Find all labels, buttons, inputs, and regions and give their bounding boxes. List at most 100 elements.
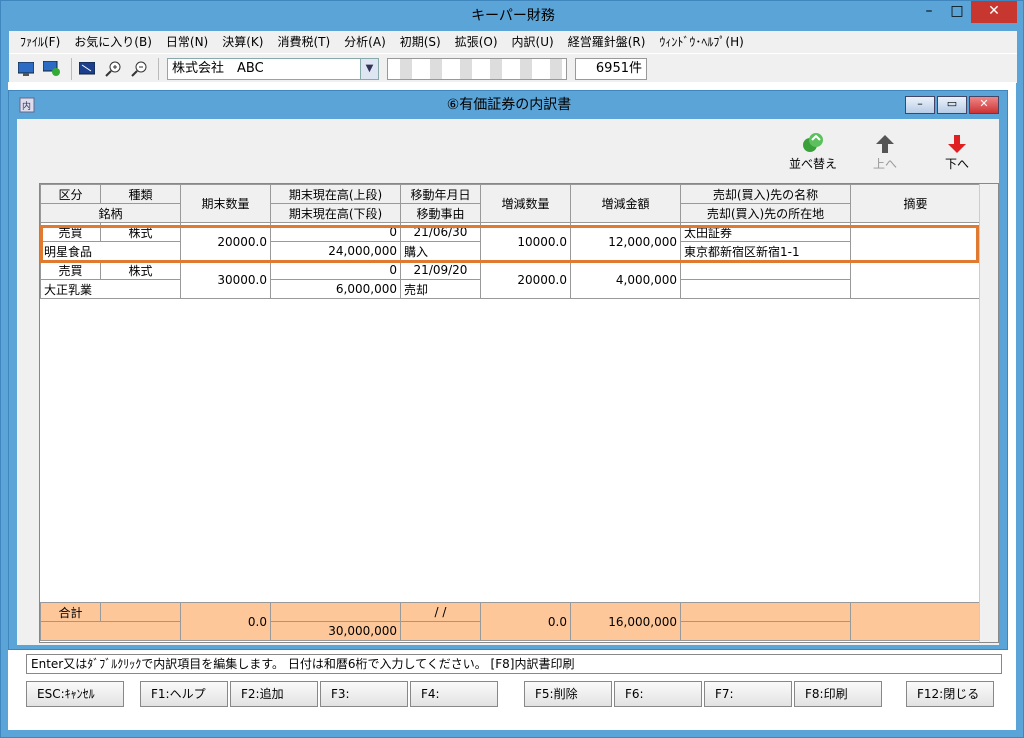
header-party-name: 売却(買入)先の名称 [680, 184, 851, 204]
monitor-icon[interactable] [15, 58, 37, 80]
header-meigara: 銘柄 [40, 203, 181, 223]
cell-party-name[interactable]: 太田証券 [680, 222, 851, 242]
menu-breakdown[interactable]: 内訳(U) [505, 31, 561, 53]
child-minimize-button[interactable]: – [905, 96, 935, 114]
vertical-scrollbar[interactable] [979, 184, 998, 642]
chevron-down-icon[interactable]: ▼ [360, 58, 378, 79]
cell-shurui[interactable]: 株式 [100, 260, 181, 280]
cell-amt-top[interactable]: 0 [270, 260, 401, 280]
cell-qty[interactable]: 20000.0 [180, 222, 271, 261]
f1-help-button[interactable]: F1:ヘルプ [140, 681, 228, 707]
securities-grid[interactable]: 区分 種類 期末数量 期末現在高(上段) 移動年月日 増減数量 増減金額 売却(… [39, 183, 999, 643]
zoom-in-icon[interactable] [102, 58, 124, 80]
cell-party-addr[interactable] [680, 279, 851, 299]
record-count: 6951件 [575, 57, 647, 80]
move-up-button[interactable]: 上へ [849, 129, 921, 172]
zoom-out-icon[interactable] [128, 58, 150, 80]
esc-cancel-button[interactable]: ESC:ｷｬﾝｾﾙ [26, 681, 124, 707]
totals-amt-top [270, 602, 401, 622]
f12-close-button[interactable]: F12:閉じる [906, 681, 994, 707]
f5-delete-button[interactable]: F5:削除 [524, 681, 612, 707]
cell-date[interactable]: 21/09/20 [400, 260, 481, 280]
f3-button[interactable]: F3: [320, 681, 408, 707]
maximize-button[interactable]: □ [943, 1, 971, 23]
totals-table: 合計 0.0 / / 0.0 16,000,000 30,000,000 [40, 602, 981, 641]
cell-party-name[interactable] [680, 260, 851, 280]
menu-initial[interactable]: 初期(S) [393, 31, 448, 53]
menu-extension[interactable]: 拡張(O) [448, 31, 505, 53]
cell-kubun[interactable]: 売買 [40, 260, 101, 280]
header-kubun: 区分 [40, 184, 101, 204]
totals-party [680, 602, 851, 622]
move-down-button[interactable]: 下へ [921, 129, 993, 172]
cell-amt-top[interactable]: 0 [270, 222, 401, 242]
move-down-label: 下へ [944, 157, 969, 171]
totals-note [850, 602, 981, 641]
menu-favorites[interactable]: お気に入り(B) [67, 31, 159, 53]
cell-chg-qty[interactable]: 20000.0 [480, 260, 571, 299]
f7-button[interactable]: F7: [704, 681, 792, 707]
f6-button[interactable]: F6: [614, 681, 702, 707]
window-body: 並べ替え 上へ 下へ 区分 種類 期末数量 期末現在高(上段) 移動年月日 増減… [17, 119, 999, 645]
menu-daily[interactable]: 日常(N) [159, 31, 215, 53]
company-select[interactable]: 株式会社 ABC ▼ [167, 57, 379, 80]
table-row[interactable]: 売買 株式 20000.0 0 21/06/30 10000.0 12,000,… [40, 222, 981, 261]
menu-analysis[interactable]: 分析(A) [337, 31, 393, 53]
cell-reason[interactable]: 売却 [400, 279, 481, 299]
header-qty: 期末数量 [180, 184, 271, 223]
minimize-button[interactable]: – [915, 1, 943, 23]
cell-chg-amt[interactable]: 12,000,000 [570, 222, 681, 261]
totals-chg-qty: 0.0 [480, 602, 571, 641]
action-bar: 並べ替え 上へ 下へ [777, 129, 993, 172]
child-restore-button[interactable]: ▭ [937, 96, 967, 114]
header-note: 摘要 [850, 184, 981, 223]
header-shurui: 種類 [100, 184, 181, 204]
breakdown-window: 内 ⑥有価証券の内訳書 – ▭ ✕ 並べ替え 上へ 下へ 区分 種類 期末数量 … [8, 90, 1008, 650]
f2-add-button[interactable]: F2:追加 [230, 681, 318, 707]
child-close-button[interactable]: ✕ [969, 96, 999, 114]
down-arrow-icon [921, 129, 993, 155]
move-up-label: 上へ [872, 157, 897, 171]
cell-party-addr[interactable]: 東京都新宿区新宿1-1 [680, 241, 851, 261]
header-amt-bottom: 期末現在高(下段) [270, 203, 401, 223]
cell-qty[interactable]: 30000.0 [180, 260, 271, 299]
company-select-value: 株式会社 ABC [172, 60, 264, 76]
menu-window-help[interactable]: ｳｨﾝﾄﾞｳ･ﾍﾙﾌﾟ(H) [652, 31, 750, 53]
period-field [387, 57, 567, 80]
cell-amt-bottom[interactable]: 6,000,000 [270, 279, 401, 299]
menu-file[interactable]: ﾌｧｲﾙ(F) [13, 31, 67, 53]
cell-note[interactable] [850, 260, 981, 299]
cell-reason[interactable]: 購入 [400, 241, 481, 261]
f8-print-button[interactable]: F8:印刷 [794, 681, 882, 707]
screen-icon[interactable] [76, 58, 98, 80]
sort-icon [777, 129, 849, 155]
refresh-monitor-icon[interactable] [41, 58, 63, 80]
totals-amt-bottom: 30,000,000 [270, 621, 401, 641]
cell-shurui[interactable]: 株式 [100, 222, 181, 242]
f4-button[interactable]: F4: [410, 681, 498, 707]
header-chg-qty: 増減数量 [480, 184, 571, 223]
totals-meigara [40, 621, 181, 641]
totals-label: 合計 [40, 602, 101, 622]
menu-closing[interactable]: 決算(K) [215, 31, 270, 53]
cell-date[interactable]: 21/06/30 [400, 222, 481, 242]
cell-note[interactable] [850, 222, 981, 261]
cell-amt-bottom[interactable]: 24,000,000 [270, 241, 401, 261]
cell-chg-amt[interactable]: 4,000,000 [570, 260, 681, 299]
close-button[interactable]: ✕ [971, 1, 1017, 23]
cell-chg-qty[interactable]: 10000.0 [480, 222, 571, 261]
sort-label: 並べ替え [788, 157, 837, 171]
totals-chg-amt: 16,000,000 [570, 602, 681, 641]
table-row[interactable]: 売買 株式 30000.0 0 21/09/20 20000.0 4,000,0… [40, 260, 981, 299]
toolbar-separator [71, 57, 72, 80]
cell-kubun[interactable]: 売買 [40, 222, 101, 242]
toolbar: 株式会社 ABC ▼ 6951件 [9, 53, 1017, 83]
menu-tax[interactable]: 消費税(T) [270, 31, 337, 53]
totals-empty [100, 602, 181, 622]
cell-meigara[interactable]: 大正乳業 [40, 279, 181, 299]
menu-compass[interactable]: 経営羅針盤(R) [561, 31, 653, 53]
cell-meigara[interactable]: 明星食品 [40, 241, 181, 261]
sort-button[interactable]: 並べ替え [777, 129, 849, 172]
totals-addr [680, 621, 851, 641]
app-title: キーパー財務 [471, 8, 555, 24]
